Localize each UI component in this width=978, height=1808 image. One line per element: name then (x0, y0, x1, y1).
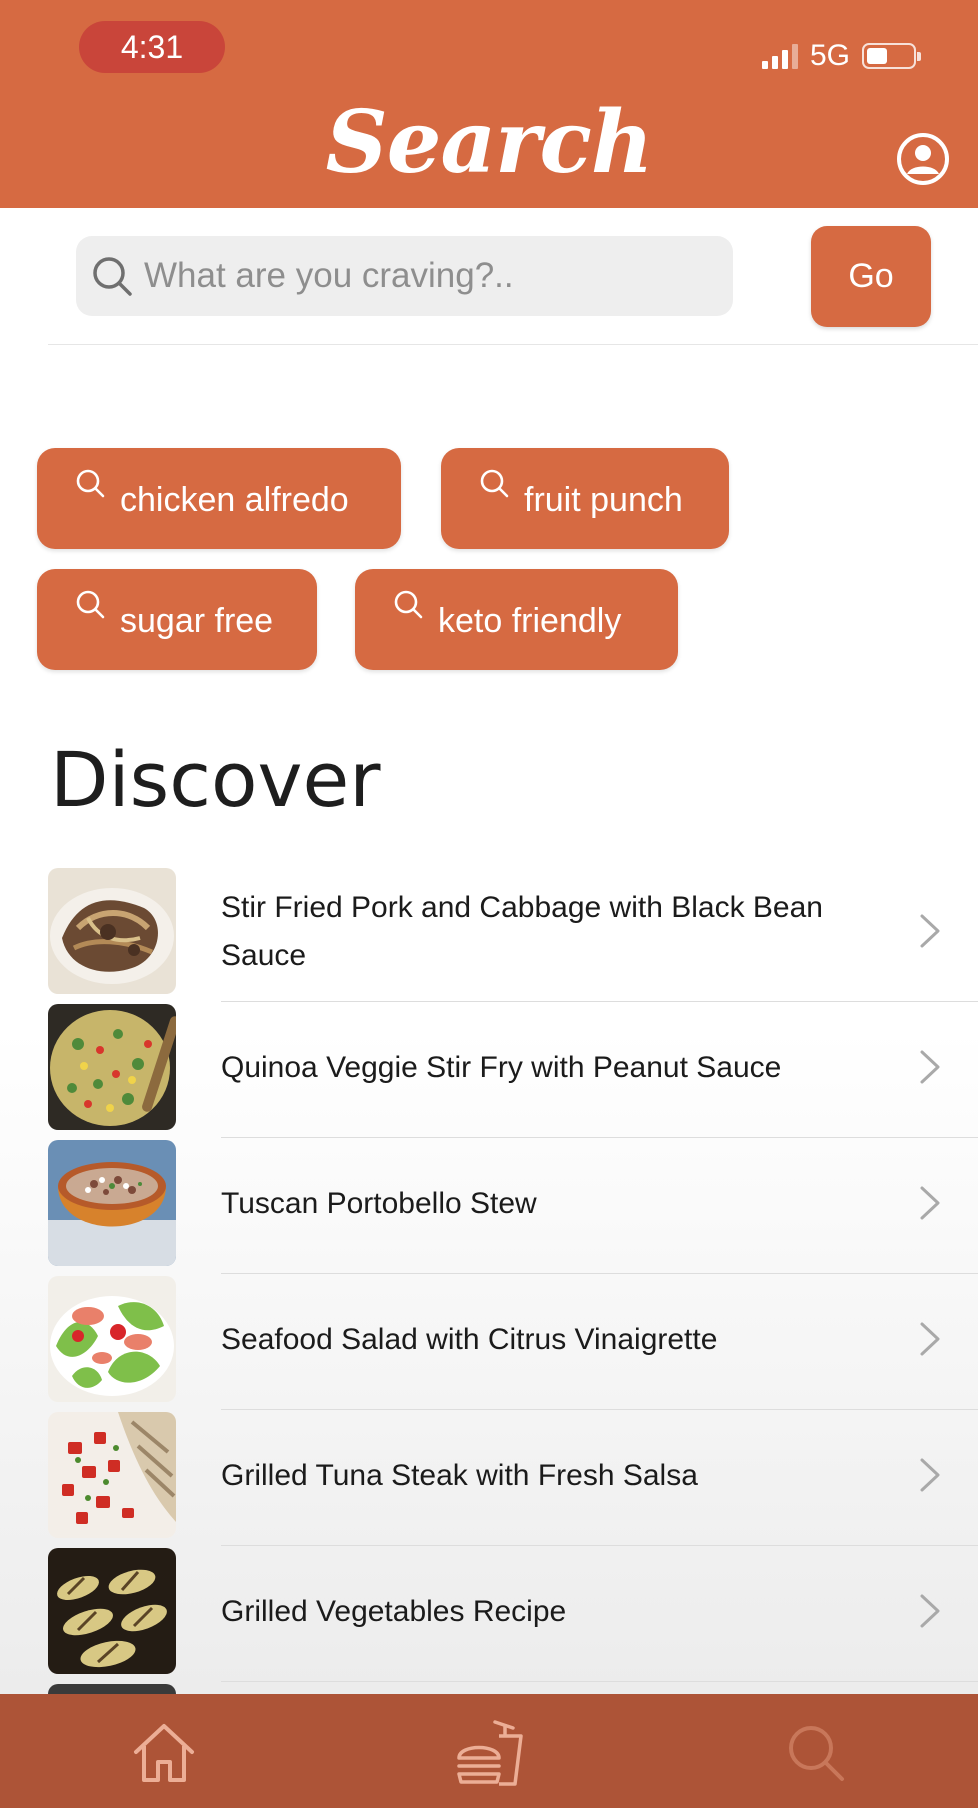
chip-label: chicken alfredo (120, 481, 349, 519)
list-item[interactable]: Tuscan Portobello Stew (0, 1138, 978, 1274)
chip-label: fruit punch (524, 481, 683, 519)
signal-icon (761, 43, 798, 69)
go-button[interactable]: Go (811, 226, 931, 327)
recipe-title: Quinoa Veggie Stir Fry with Peanut Sauce (221, 1051, 782, 1084)
home-icon (134, 1724, 194, 1782)
network-label: 5G (809, 39, 850, 72)
divider (48, 344, 978, 345)
fast-food-icon (457, 1720, 523, 1786)
recipe-title: Tuscan Portobello Stew (221, 1187, 537, 1220)
list-item[interactable]: Stir Fried Pork and Cabbage with Black B… (0, 866, 978, 1002)
user-circle-icon[interactable] (896, 132, 950, 186)
search-icon (76, 469, 105, 498)
recipe-thumbnail (48, 1140, 176, 1266)
list-item[interactable]: Grilled Vegetables Recipe (0, 1546, 978, 1682)
chip-label: keto friendly (438, 602, 622, 640)
suggestion-chip-chicken-alfredo[interactable]: chicken alfredo (37, 448, 401, 549)
recipe-title: Stir Fried Pork and Cabbage with Black B… (221, 891, 823, 972)
search-icon (93, 257, 132, 296)
recipe-title: Seafood Salad with Citrus Vinaigrette (221, 1323, 718, 1356)
header-bar: 4:31 5G Search (0, 0, 978, 208)
search-icon (76, 590, 105, 619)
recipe-title: Grilled Vegetables Recipe (221, 1595, 567, 1628)
tab-search[interactable] (776, 1716, 856, 1790)
search-icon (394, 590, 423, 619)
chevron-right-icon (920, 914, 940, 948)
recipe-title: Grilled Tuna Steak with Fresh Salsa (221, 1459, 698, 1492)
search-input[interactable] (144, 256, 704, 296)
tab-home[interactable] (124, 1716, 204, 1790)
tab-bar (0, 1694, 978, 1808)
search-field[interactable] (76, 236, 733, 316)
recipe-thumbnail (48, 1276, 176, 1402)
recipe-thumbnail (48, 1684, 176, 1694)
status-indicators: 5G (761, 36, 921, 76)
chevron-right-icon (920, 1594, 940, 1628)
chevron-right-icon (920, 1186, 940, 1220)
recipe-thumbnail (48, 1004, 176, 1130)
battery-icon (862, 43, 921, 69)
chevron-right-icon (920, 1458, 940, 1492)
suggestion-chip-keto-friendly[interactable]: keto friendly (355, 569, 678, 670)
search-icon (480, 469, 509, 498)
tab-food[interactable] (450, 1716, 530, 1790)
list-item[interactable]: Quinoa Veggie Stir Fry with Peanut Sauce (0, 1002, 978, 1138)
list-item[interactable] (0, 1682, 978, 1694)
recipe-thumbnail (48, 1548, 176, 1674)
chevron-right-icon (920, 1322, 940, 1356)
list-item[interactable]: Seafood Salad with Citrus Vinaigrette (0, 1274, 978, 1410)
chevron-right-icon (920, 1050, 940, 1084)
list-item[interactable]: Grilled Tuna Steak with Fresh Salsa (0, 1410, 978, 1546)
discover-list: Stir Fried Pork and Cabbage with Black B… (0, 864, 978, 1694)
page-title: Search (325, 92, 654, 193)
recipe-thumbnail (48, 1412, 176, 1538)
suggestion-chip-fruit-punch[interactable]: fruit punch (441, 448, 729, 549)
recipe-thumbnail (48, 868, 176, 994)
search-icon (789, 1726, 844, 1781)
chip-label: sugar free (120, 602, 274, 640)
discover-heading: Discover (50, 735, 381, 824)
status-time: 4:31 (79, 21, 225, 73)
suggestion-chip-sugar-free[interactable]: sugar free (37, 569, 317, 670)
